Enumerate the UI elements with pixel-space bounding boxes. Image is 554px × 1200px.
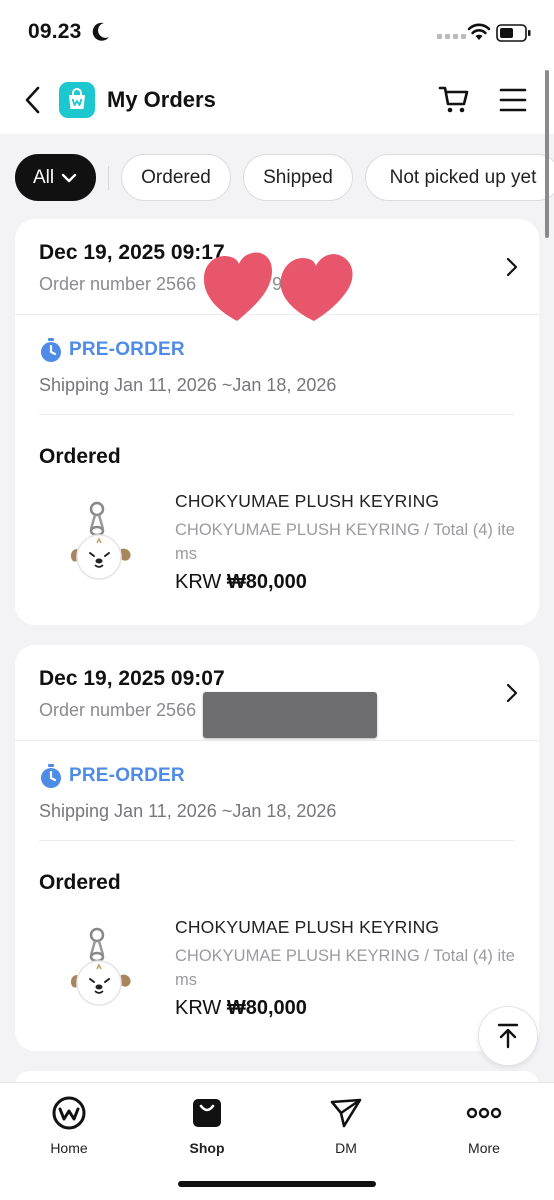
filter-chip-all[interactable]: All — [15, 154, 96, 201]
divider — [39, 840, 515, 841]
order-card-header[interactable]: Dec 19, 2025 09:17 Order number 2566 9 — [15, 219, 539, 321]
nav-more[interactable]: More — [439, 1095, 529, 1156]
wifi-icon — [467, 23, 491, 40]
moon-icon — [92, 22, 109, 41]
cellular-signal-icon — [437, 34, 466, 39]
preorder-label: PRE-ORDER — [69, 765, 185, 786]
back-arrow-icon[interactable] — [22, 84, 46, 116]
home-logo-icon — [52, 1096, 86, 1130]
order-card-header[interactable]: Dec 19, 2025 09:07 Order number 2566 — [15, 645, 539, 741]
shopping-bag-icon — [193, 1099, 221, 1127]
battery-icon — [496, 24, 531, 42]
chevron-down-icon — [61, 173, 77, 182]
weverse-shop-logo-icon — [59, 82, 95, 118]
order-date: Dec 19, 2025 09:17 — [39, 241, 225, 264]
nav-label: More — [468, 1140, 500, 1156]
shipping-window: Shipping Jan 11, 2026 ~Jan 18, 2026 — [39, 375, 337, 395]
scroll-to-top-button[interactable] — [478, 1006, 538, 1066]
preorder-badge: PRE-ORDER — [39, 337, 185, 363]
status-time: 09.23 — [28, 20, 82, 43]
product-name[interactable]: CHOKYUMAE PLUSH KEYRING — [175, 917, 439, 938]
status-bar: 09.23 — [0, 0, 554, 66]
divider — [39, 414, 515, 415]
hamburger-menu-icon[interactable] — [499, 87, 527, 113]
preorder-badge: PRE-ORDER — [39, 763, 185, 789]
chip-divider — [108, 166, 109, 190]
nav-label: Home — [50, 1140, 88, 1156]
paper-plane-icon — [330, 1098, 362, 1128]
nav-home[interactable]: Home — [24, 1095, 114, 1156]
filter-chip-label: Ordered — [141, 166, 211, 188]
filter-chip-label: All — [32, 166, 55, 188]
order-status: Ordered — [39, 445, 121, 468]
stopwatch-icon — [41, 338, 61, 362]
nav-label: DM — [335, 1140, 357, 1156]
order-filter-bar: All Ordered Shipped Not picked up yet — [0, 134, 554, 220]
page-title: My Orders — [107, 87, 216, 112]
filter-chip-label: Shipped — [263, 166, 333, 188]
cart-icon[interactable] — [438, 84, 470, 114]
chevron-right-icon[interactable] — [505, 256, 519, 278]
more-dots-icon — [466, 1107, 502, 1119]
filter-chip-shipped[interactable]: Shipped — [243, 154, 353, 201]
product-meta: CHOKYUMAE PLUSH KEYRING / Total (4) item… — [175, 521, 515, 563]
nav-shop[interactable]: Shop — [162, 1095, 252, 1156]
filter-chip-label: Not picked up yet — [389, 166, 537, 188]
preorder-label: PRE-ORDER — [69, 339, 185, 360]
product-thumbnail-keyring[interactable] — [67, 501, 143, 585]
order-card[interactable]: Dec 19, 2025 09:17 Order number 2566 9 PR… — [15, 219, 539, 625]
product-name[interactable]: CHOKYUMAE PLUSH KEYRING — [175, 491, 439, 512]
order-status: Ordered — [39, 871, 121, 894]
scrollbar[interactable] — [545, 70, 549, 238]
nav-dm[interactable]: DM — [301, 1095, 391, 1156]
nav-label: Shop — [189, 1140, 225, 1156]
stopwatch-icon — [41, 764, 61, 788]
filter-chip-not-picked-up[interactable]: Not picked up yet — [365, 154, 554, 201]
heart-redaction-sticker — [203, 252, 353, 321]
order-number: Order number 2566 — [39, 700, 197, 720]
chevron-right-icon[interactable] — [505, 682, 519, 704]
product-thumbnail-keyring[interactable] — [67, 927, 143, 1011]
redaction-bar — [203, 692, 377, 738]
filter-chip-ordered[interactable]: Ordered — [121, 154, 231, 201]
home-indicator — [178, 1181, 376, 1187]
product-price: KRW ₩80,000 — [175, 571, 307, 593]
app-header: My Orders — [0, 66, 554, 134]
product-price: KRW ₩80,000 — [175, 997, 307, 1019]
product-meta: CHOKYUMAE PLUSH KEYRING / Total (4) item… — [175, 947, 515, 989]
order-date: Dec 19, 2025 09:07 — [39, 667, 225, 690]
shipping-window: Shipping Jan 11, 2026 ~Jan 18, 2026 — [39, 801, 337, 821]
arrow-up-to-line-icon — [497, 1023, 519, 1049]
order-card[interactable]: Dec 19, 2025 09:07 Order number 2566 PRE… — [15, 645, 539, 1051]
